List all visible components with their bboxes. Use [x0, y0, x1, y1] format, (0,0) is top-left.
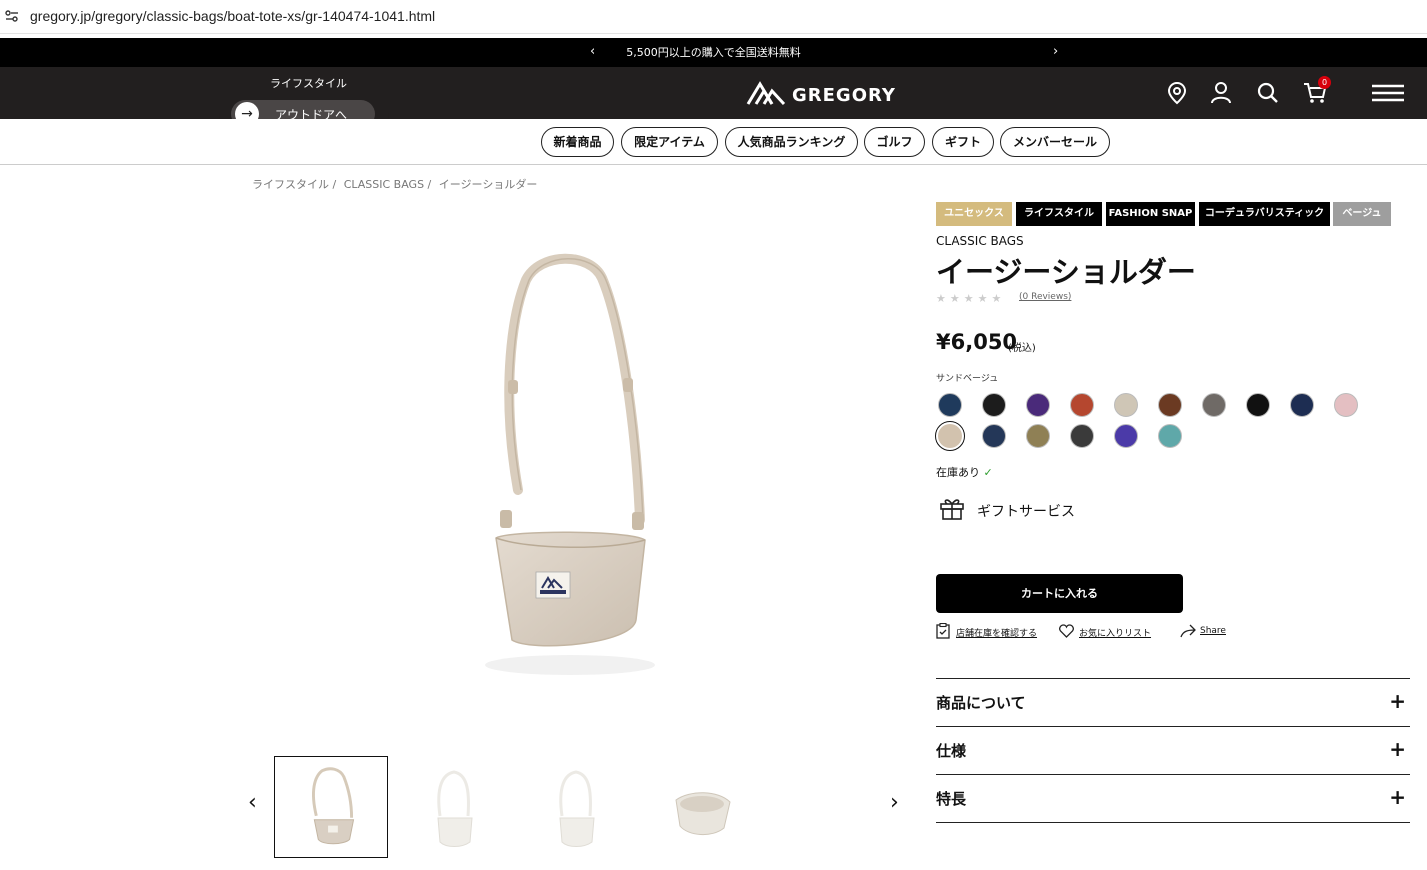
- accordion-specs-label: 仕様: [936, 742, 967, 760]
- plus-icon: +: [1389, 737, 1406, 761]
- color-swatch[interactable]: [1158, 424, 1182, 448]
- accordion-about-label: 商品について: [936, 694, 1026, 712]
- color-swatch[interactable]: [1070, 424, 1094, 448]
- category-new[interactable]: 新着商品: [541, 127, 614, 157]
- share-link[interactable]: Share: [1180, 623, 1240, 639]
- color-swatch[interactable]: [938, 393, 962, 417]
- add-to-cart-button[interactable]: カートに入れる: [936, 574, 1183, 613]
- accordion-about[interactable]: 商品について +: [936, 678, 1410, 726]
- promo-text: 5,500円以上の購入で全国送料無料: [626, 46, 801, 59]
- breadcrumb: ライフスタイル / CLASSIC BAGS / イージーショルダー: [252, 176, 541, 192]
- category-limited[interactable]: 限定アイテム: [621, 127, 718, 157]
- accordion-features-label: 特長: [936, 790, 967, 808]
- stock-text: 在庫あり: [936, 466, 980, 479]
- breadcrumb-classic-bags[interactable]: CLASSIC BAGS /: [344, 178, 432, 191]
- color-swatch-selected[interactable]: [935, 421, 965, 451]
- account-icon[interactable]: [1208, 80, 1234, 106]
- color-swatch[interactable]: [1202, 393, 1226, 417]
- gregory-logo[interactable]: GREGORY: [746, 79, 906, 107]
- breadcrumb-current: イージーショルダー: [438, 178, 538, 191]
- selected-color-name: サンドベージュ: [936, 374, 999, 384]
- check-icon: ✓: [983, 466, 993, 479]
- color-swatch[interactable]: [1334, 393, 1358, 417]
- category-member-sale[interactable]: メンバーセール: [1000, 127, 1110, 157]
- gift-service-label[interactable]: ギフトサービス: [977, 501, 1075, 521]
- store-stock-link[interactable]: 店舗在庫を確認する: [936, 623, 1046, 639]
- tag-cordura[interactable]: コーデュラバリスティック: [1199, 202, 1330, 226]
- product-collection[interactable]: CLASSIC BAGS: [936, 234, 1024, 248]
- thumbnail-4[interactable]: [640, 756, 754, 858]
- accordion-features[interactable]: 特長 +: [936, 774, 1410, 822]
- tag-beige[interactable]: ベージュ: [1333, 202, 1391, 226]
- color-swatch[interactable]: [982, 424, 1006, 448]
- wishlist-label: お気に入りリスト: [1079, 629, 1152, 639]
- url-text[interactable]: gregory.jp/gregory/classic-bags/boat-tot…: [30, 8, 435, 24]
- plus-icon: +: [1389, 785, 1406, 809]
- product-price: ¥6,050: [936, 330, 1018, 354]
- accordion-specs[interactable]: 仕様 +: [936, 726, 1410, 774]
- color-swatch[interactable]: [1114, 393, 1138, 417]
- promo-bar: ‹ 5,500円以上の購入で全国送料無料 ›: [0, 38, 1427, 67]
- thumbnail-1[interactable]: [274, 756, 388, 858]
- color-swatch[interactable]: [1114, 424, 1138, 448]
- logo-wordmark: GREGORY: [792, 85, 896, 106]
- color-swatch[interactable]: [982, 393, 1006, 417]
- site-settings-icon[interactable]: [4, 8, 20, 24]
- category-nav: 新着商品 限定アイテム 人気商品ランキング ゴルフ ギフト メンバーセール: [0, 119, 1427, 165]
- thumbnail-carousel: ‹ ›: [240, 750, 920, 862]
- tag-lifestyle[interactable]: ライフスタイル: [1016, 202, 1102, 226]
- color-swatch[interactable]: [1026, 393, 1050, 417]
- breadcrumb-lifestyle[interactable]: ライフスタイル /: [252, 178, 336, 191]
- accordion-divider: [936, 822, 1410, 823]
- store-locator-icon[interactable]: [1164, 80, 1190, 106]
- lifestyle-label[interactable]: ライフスタイル: [270, 75, 347, 91]
- product-main-image[interactable]: [440, 200, 770, 700]
- browser-url-bar[interactable]: gregory.jp/gregory/classic-bags/boat-tot…: [0, 0, 1427, 34]
- color-swatch[interactable]: [1290, 393, 1314, 417]
- category-ranking[interactable]: 人気商品ランキング: [725, 127, 858, 157]
- color-swatch[interactable]: [1026, 424, 1050, 448]
- heart-icon: [1059, 624, 1074, 638]
- tag-unisex[interactable]: ユニセックス: [936, 202, 1012, 226]
- plus-icon: +: [1389, 689, 1406, 713]
- color-swatch-fill: [938, 424, 962, 448]
- store-stock-label: 店舗在庫を確認する: [956, 629, 1038, 639]
- thumb-next-button[interactable]: ›: [890, 790, 899, 815]
- stock-status: 在庫あり ✓: [936, 464, 993, 480]
- site-header: ライフスタイル → アウトドアへ GREGORY 0: [0, 67, 1427, 135]
- thumbnail-2[interactable]: [396, 756, 510, 858]
- reviews-link[interactable]: (0 Reviews): [1019, 292, 1071, 302]
- category-golf[interactable]: ゴルフ: [864, 127, 925, 157]
- thumbnail-3[interactable]: [518, 756, 632, 858]
- promo-next-button[interactable]: ›: [1053, 44, 1058, 59]
- hamburger-menu-icon[interactable]: [1372, 80, 1404, 106]
- thumb-prev-button[interactable]: ‹: [248, 790, 257, 815]
- tag-fashion-snap[interactable]: FASHION SNAP: [1106, 202, 1195, 226]
- color-swatch[interactable]: [1158, 393, 1182, 417]
- price-tax-label: (税込): [1008, 343, 1036, 354]
- mountain-logo-icon: [746, 81, 786, 106]
- product-title: イージーショルダー: [936, 255, 1196, 289]
- category-gift[interactable]: ギフト: [932, 127, 994, 157]
- cart-count-badge: 0: [1318, 76, 1331, 89]
- gift-icon[interactable]: [939, 496, 965, 520]
- clipboard-check-icon: [936, 623, 950, 639]
- color-swatch[interactable]: [1070, 393, 1094, 417]
- search-icon[interactable]: [1255, 80, 1281, 106]
- wishlist-link[interactable]: お気に入りリスト: [1059, 623, 1159, 639]
- rating-stars: ★★★★★: [936, 292, 1006, 305]
- share-label: Share: [1200, 626, 1226, 636]
- color-swatch[interactable]: [1246, 393, 1270, 417]
- share-icon: [1180, 624, 1196, 638]
